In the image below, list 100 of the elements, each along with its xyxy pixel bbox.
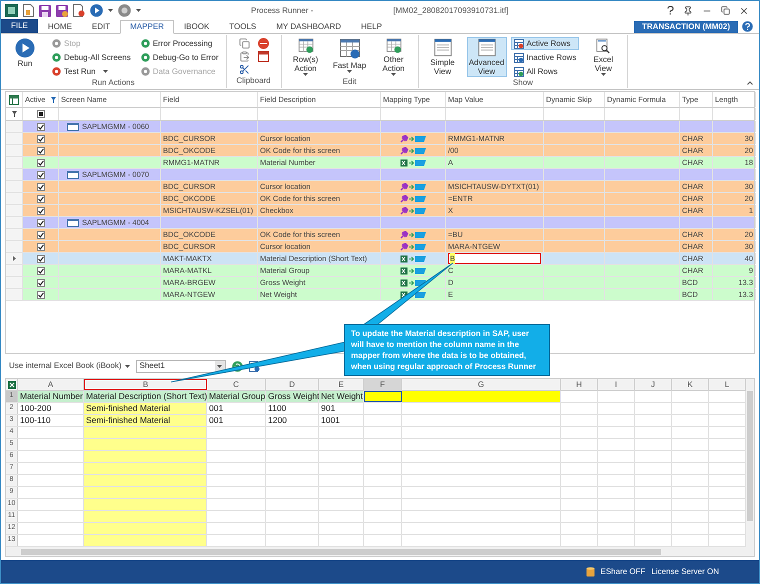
sheet-cell: 001 xyxy=(207,415,266,426)
table-delete-icon[interactable] xyxy=(258,51,269,62)
ribbon-tab[interactable]: HOME xyxy=(38,20,82,34)
ribbon-tab[interactable]: MY DASHBOARD xyxy=(266,20,352,34)
remove-icon[interactable] xyxy=(258,38,269,49)
checkbox[interactable] xyxy=(36,230,44,238)
column-header[interactable]: I xyxy=(598,379,635,390)
file-name: [MM02_28082017093910731.itf] xyxy=(393,4,508,16)
ribbon-button[interactable]: Excel View xyxy=(583,37,624,77)
row-header[interactable] xyxy=(6,253,23,264)
column-header[interactable]: A xyxy=(18,379,84,390)
help-icon[interactable] xyxy=(667,6,674,15)
checkbox[interactable] xyxy=(36,242,44,250)
checkbox[interactable] xyxy=(36,170,44,178)
pin-arrow-icon xyxy=(400,194,426,202)
filter-checkbox[interactable] xyxy=(36,110,44,118)
window-icon xyxy=(432,38,454,57)
checkbox[interactable] xyxy=(36,146,44,154)
ribbon-button[interactable]: Active Rows xyxy=(510,37,580,50)
ribbon-tab[interactable]: IBOOK xyxy=(174,20,220,34)
ribbon-button[interactable]: Fast Map xyxy=(330,37,370,77)
help-icon[interactable] xyxy=(742,21,753,32)
column-header[interactable]: B xyxy=(84,379,207,390)
caret-icon xyxy=(217,364,222,368)
source-dropdown[interactable]: Use internal Excel Book (iBook) xyxy=(9,360,130,372)
caret-icon xyxy=(347,70,352,73)
ribbon-button[interactable]: Debug-All Screens xyxy=(49,51,134,64)
save-icon[interactable] xyxy=(39,4,51,16)
sheet-cell: Material Number xyxy=(18,391,84,402)
filter-icon[interactable] xyxy=(12,111,16,117)
checkbox[interactable] xyxy=(36,122,44,130)
checkbox[interactable] xyxy=(36,206,44,214)
checkbox[interactable] xyxy=(36,158,44,166)
table-icon xyxy=(514,52,524,62)
play-icon[interactable] xyxy=(90,4,103,17)
checkbox[interactable] xyxy=(36,290,44,298)
sheet-cell: 901 xyxy=(319,403,364,414)
ribbon-button[interactable]: Advanced View xyxy=(466,37,507,77)
ribbon-button[interactable]: Debug-Go to Error xyxy=(138,51,222,64)
ribbon-button[interactable]: Error Processing xyxy=(138,37,222,50)
group-label: Show xyxy=(512,78,534,89)
sheet-cell: Semi-finished Material xyxy=(84,415,207,426)
column-header[interactable]: D xyxy=(266,379,319,390)
checkbox[interactable] xyxy=(36,182,44,190)
document-icon[interactable] xyxy=(23,4,34,17)
column-header[interactable]: J xyxy=(635,379,672,390)
document-delete-icon[interactable] xyxy=(73,4,85,17)
ribbon-button[interactable]: All Rows xyxy=(510,65,580,78)
ribbon-tab[interactable]: HELP xyxy=(351,20,392,34)
window-icon xyxy=(67,218,79,226)
scrollbar[interactable] xyxy=(746,379,754,556)
ribbon-button[interactable]: Run xyxy=(5,37,45,77)
window-icon xyxy=(67,170,79,178)
window-icon xyxy=(67,122,79,130)
ribbon-button[interactable]: Other Action xyxy=(374,37,414,77)
checkbox[interactable] xyxy=(36,194,44,202)
collapse-icon[interactable] xyxy=(747,81,753,85)
grid-settings-icon[interactable] xyxy=(9,94,19,104)
save-icon[interactable] xyxy=(56,4,68,16)
copy-icon[interactable] xyxy=(238,38,250,49)
checkbox[interactable] xyxy=(36,278,44,286)
sheet-select[interactable]: Sheet1 xyxy=(136,360,226,372)
stop-icon[interactable] xyxy=(118,4,131,17)
dropdown-button[interactable] xyxy=(214,360,224,372)
scissors-icon[interactable] xyxy=(238,64,250,75)
group-label: Run Actions xyxy=(90,78,136,89)
column-header[interactable]: K xyxy=(672,379,709,390)
column-header[interactable]: G xyxy=(402,379,561,390)
close-icon[interactable] xyxy=(739,6,749,16)
checkbox[interactable] xyxy=(36,254,44,262)
ribbon-button[interactable]: Simple View xyxy=(422,37,463,77)
ribbon-button[interactable]: Test Run xyxy=(49,65,134,78)
restore-icon[interactable] xyxy=(721,6,730,15)
app-icon[interactable] xyxy=(5,4,18,17)
group-label: Clipboard xyxy=(235,76,272,87)
column-header[interactable]: C xyxy=(207,379,266,390)
sheet-cell: 001 xyxy=(207,403,266,414)
column-header[interactable]: H xyxy=(561,379,598,390)
column-header[interactable]: F xyxy=(364,379,402,390)
eshare-status: EShare OFF xyxy=(600,566,646,578)
filter-icon[interactable] xyxy=(51,96,56,102)
ribbon-tab[interactable]: EDIT xyxy=(82,20,120,34)
pin-arrow-icon xyxy=(400,134,426,142)
checkbox[interactable] xyxy=(36,134,44,142)
ribbon-button[interactable]: Inactive Rows xyxy=(510,51,580,64)
paste-icon[interactable] xyxy=(238,51,250,62)
pin-icon[interactable] xyxy=(683,6,693,16)
caret-icon xyxy=(136,9,141,12)
checkbox[interactable] xyxy=(36,266,44,274)
spreadsheet-arrow-icon xyxy=(400,254,426,262)
pin-arrow-icon xyxy=(400,230,426,238)
callout: To update the Material description in SAP, user will have to mention the column name in the mapper from where the data is to be obtained, when using regular approach of Process Runner xyxy=(344,324,550,376)
ribbon-tab[interactable]: MAPPER xyxy=(120,20,174,34)
file-tab[interactable]: FILE xyxy=(1,19,38,33)
sheet-cell: Net Weight xyxy=(319,391,364,402)
spreadsheet-arrow-icon xyxy=(400,266,426,274)
ribbon-button[interactable]: Row(s) Action xyxy=(286,37,326,77)
ribbon-tab[interactable]: TOOLS xyxy=(219,20,266,34)
checkbox[interactable] xyxy=(36,218,44,226)
scrollbar[interactable] xyxy=(6,547,746,556)
